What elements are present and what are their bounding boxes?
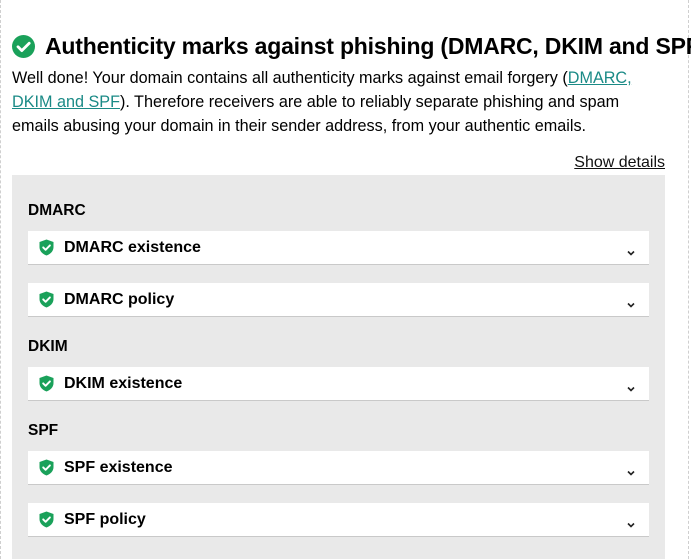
check-circle-icon [12, 34, 35, 58]
check-item-label: DMARC policy [64, 290, 175, 308]
frame-right-border [688, 0, 689, 559]
check-item-dmarc-policy[interactable]: DMARC policy [28, 283, 649, 317]
check-item-spf-policy[interactable]: SPF policy [28, 503, 649, 537]
shield-check-icon [39, 375, 54, 392]
section-label-spf: SPF [28, 422, 59, 439]
section-heading: Authenticity marks against phishing (DMA… [12, 31, 691, 61]
check-item-spf-existence[interactable]: SPF existence [28, 451, 649, 485]
authenticity-card: Authenticity marks against phishing (DMA… [12, 0, 691, 559]
check-item-label: DMARC existence [64, 238, 201, 256]
shield-check-icon [39, 239, 54, 256]
chevron-down-icon [626, 296, 636, 308]
shield-check-icon [39, 511, 54, 528]
show-details-link[interactable]: Show details [574, 154, 665, 176]
details-row: Show details [12, 154, 665, 176]
details-panel: DMARC DMARC existence DMARC policy DKIM … [12, 175, 665, 559]
shield-check-icon [39, 459, 54, 476]
intro-paragraph: Well done! Your domain contains all auth… [12, 66, 664, 138]
check-item-dkim-existence[interactable]: DKIM existence [28, 367, 649, 401]
check-item-dmarc-existence[interactable]: DMARC existence [28, 231, 649, 265]
chevron-down-icon [626, 516, 636, 528]
section-label-dmarc: DMARC [28, 202, 86, 219]
check-item-label: DKIM existence [64, 374, 183, 392]
chevron-down-icon [626, 464, 636, 476]
section-label-dkim: DKIM [28, 338, 68, 355]
chevron-down-icon [626, 380, 636, 392]
intro-text-before: Well done! Your domain contains all auth… [12, 69, 568, 87]
page-title: Authenticity marks against phishing (DMA… [45, 32, 691, 59]
check-item-label: SPF policy [64, 510, 146, 528]
shield-check-icon [39, 291, 54, 308]
check-item-label: SPF existence [64, 458, 173, 476]
chevron-down-icon [626, 244, 636, 256]
frame-left-border [0, 0, 1, 559]
